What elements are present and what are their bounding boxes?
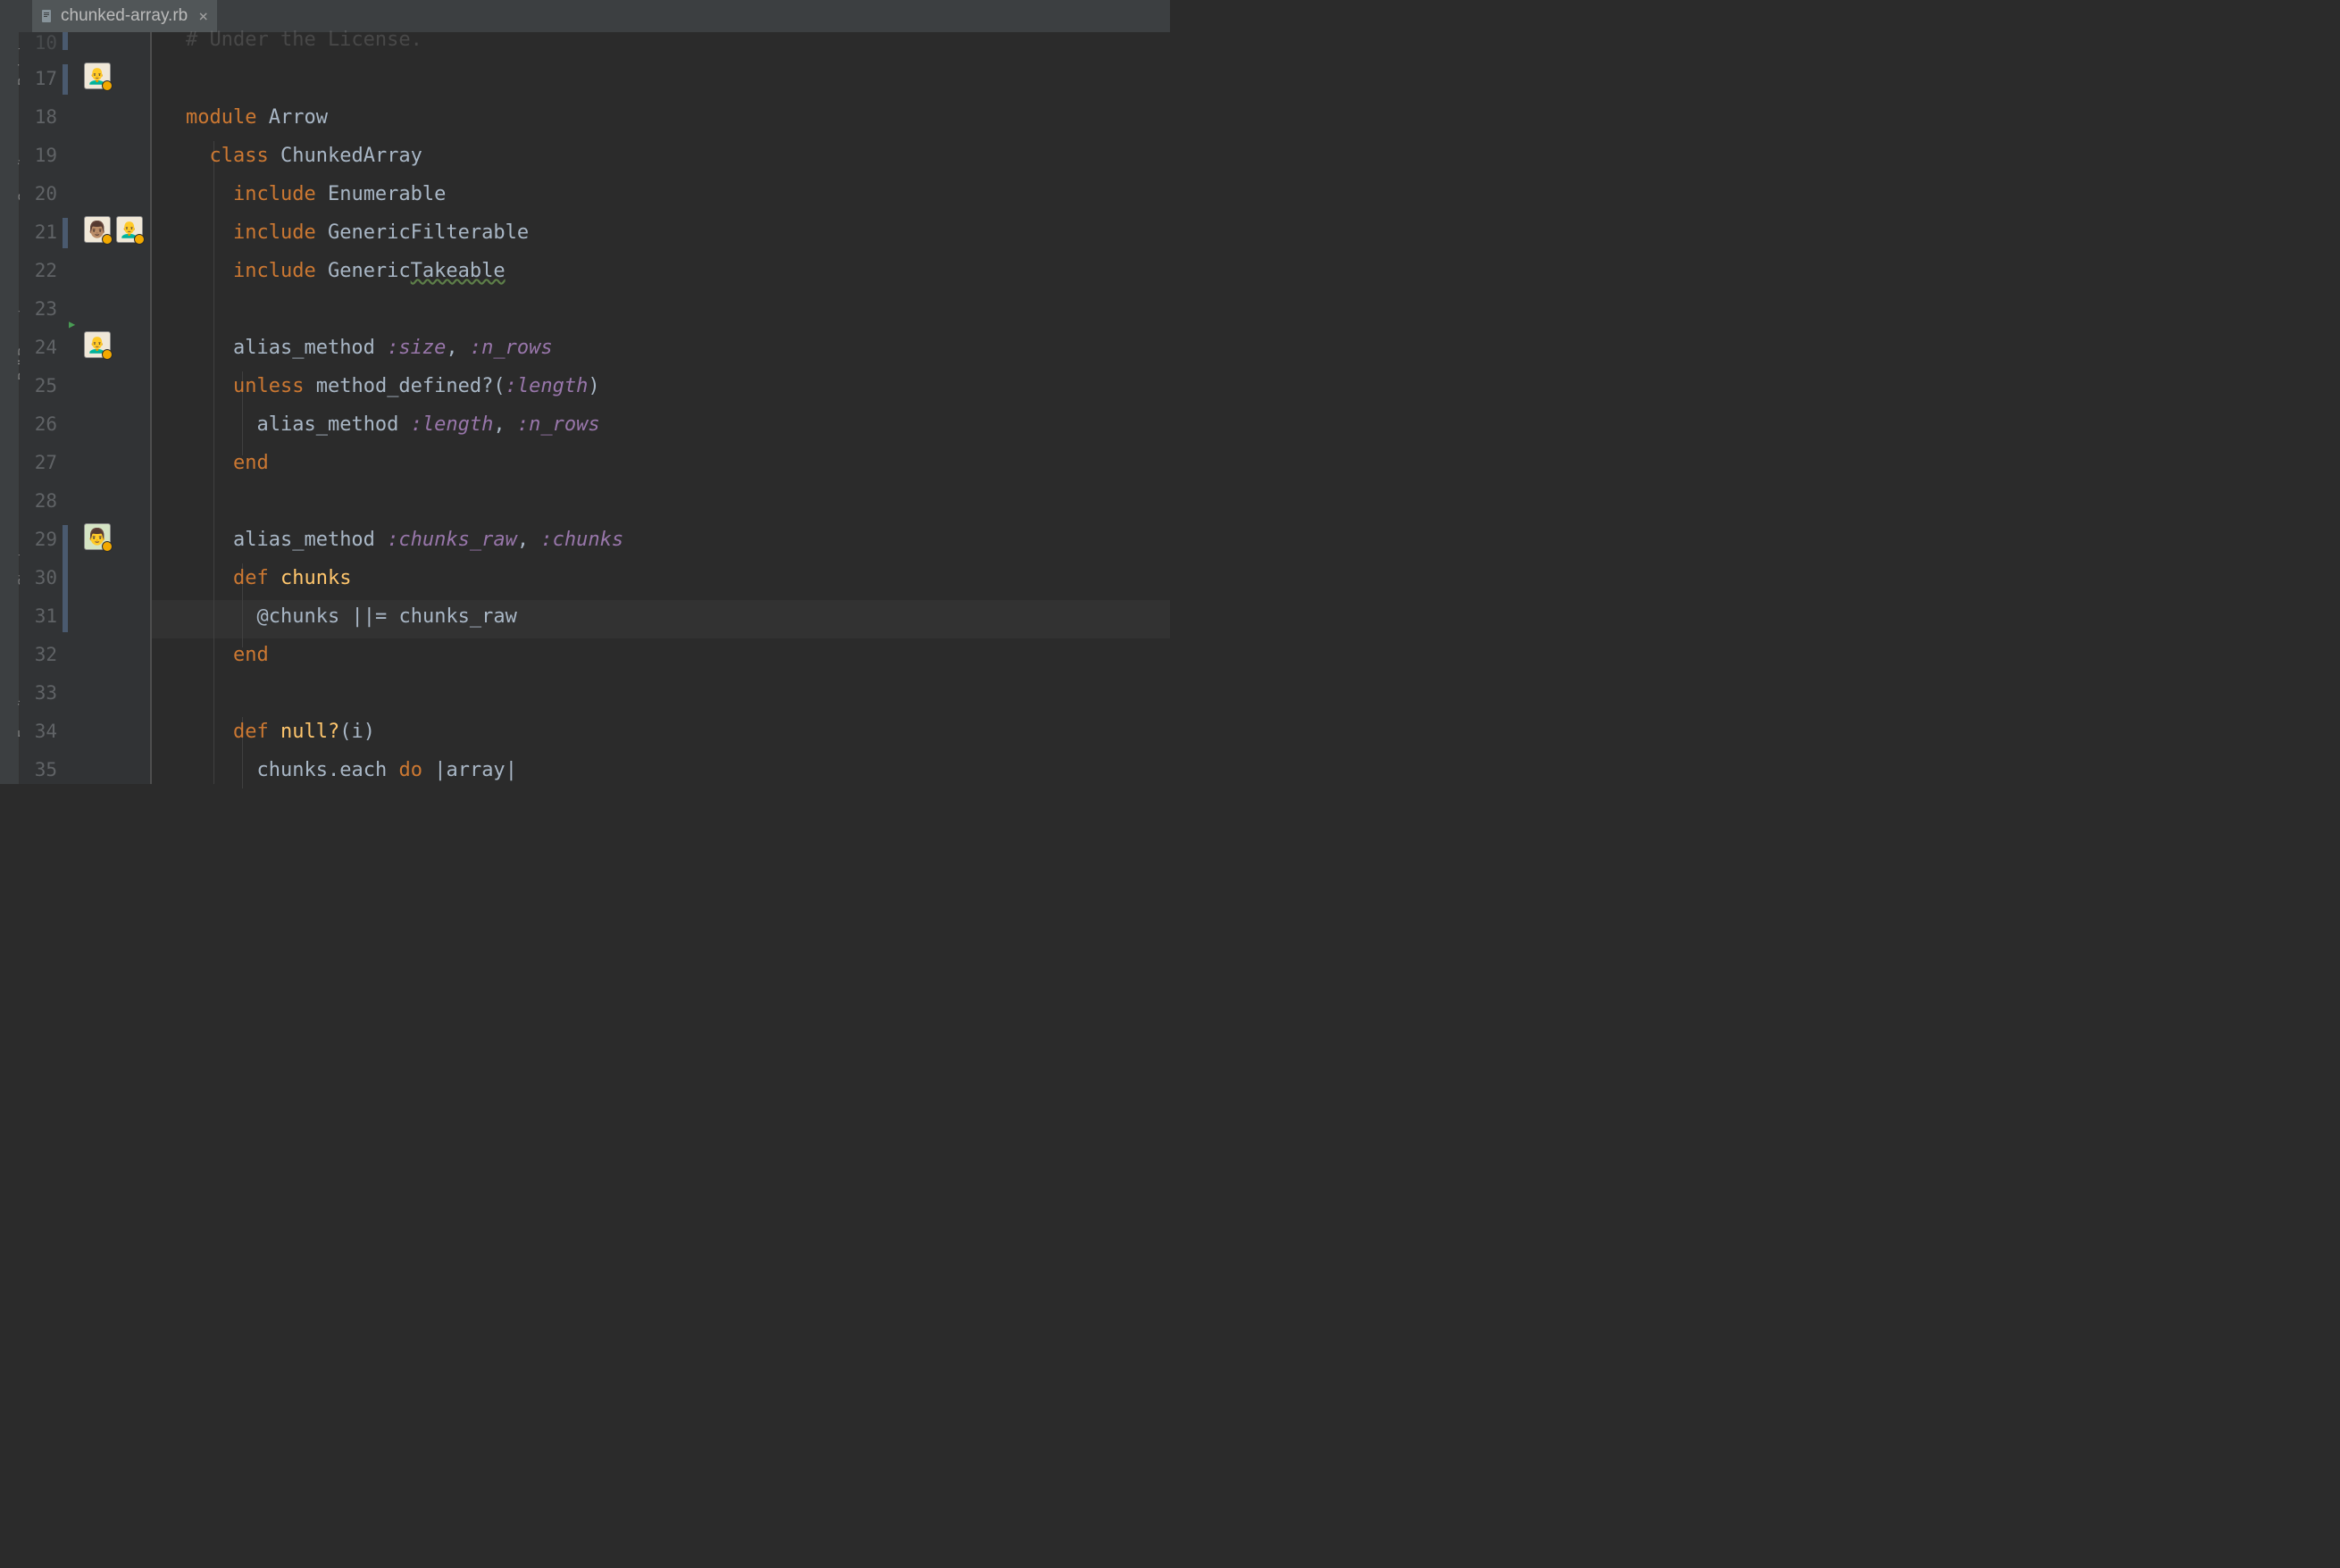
code-line: @chunks ||= chunks_raw (186, 605, 517, 628)
annotation-avatar[interactable]: 👨🏽 (84, 216, 111, 243)
code-line: alias_method :length, :n_rows (186, 413, 600, 436)
vcs-change-marker[interactable] (63, 218, 68, 248)
code-line: class ChunkedArray (186, 145, 422, 167)
line-number: 10 (21, 32, 57, 54)
line-number: 26 (21, 413, 57, 435)
code-line: unless method_defined?(:length) (186, 375, 600, 397)
line-number: 33 (21, 682, 57, 704)
main-area: Project Commit Pull Requests Structure F… (0, 32, 1170, 784)
code-line: alias_method :chunks_raw, :chunks (186, 529, 623, 551)
line-number: 32 (21, 644, 57, 665)
vcs-change-marker[interactable] (63, 525, 68, 632)
code-line: alias_method :size, :n_rows (186, 337, 553, 359)
close-icon[interactable]: × (198, 7, 208, 26)
tab-filename: chunked-array.rb (61, 6, 188, 26)
code-line: end (186, 644, 269, 666)
vcs-change-marker[interactable] (63, 64, 68, 95)
annotation-avatar[interactable]: 👨‍🦲 (84, 331, 111, 358)
line-number: 24 (21, 337, 57, 358)
line-number: 19 (21, 145, 57, 166)
code-line: chunks.each do |array| (186, 759, 517, 781)
tab-bar: chunked-array.rb × (0, 0, 1170, 32)
code-line: # Under the License. (186, 29, 422, 51)
line-number: 21 (21, 221, 57, 243)
editor-gutter: 10 17 18 19 20 21 22 23 24 25 26 27 28 2… (20, 32, 152, 784)
line-number: 31 (21, 605, 57, 627)
code-line: module Arrow (186, 106, 328, 129)
line-number: 17 (21, 68, 57, 89)
line-number: 20 (21, 183, 57, 204)
line-number: 35 (21, 759, 57, 780)
line-number: 23 (21, 298, 57, 320)
vcs-change-marker[interactable] (63, 32, 68, 50)
annotation-avatar[interactable]: 👨‍🦲 (84, 63, 111, 89)
code-line: include GenericFilterable (186, 221, 529, 244)
tool-window-bar: Project Commit Pull Requests Structure F… (0, 32, 20, 784)
code-line: include GenericTakeable (186, 260, 506, 282)
file-icon (39, 9, 54, 23)
line-number: 29 (21, 529, 57, 550)
line-number: 25 (21, 375, 57, 396)
line-number: 34 (21, 721, 57, 742)
line-number: 22 (21, 260, 57, 281)
code-line: include Enumerable (186, 183, 446, 205)
run-gutter-icon[interactable]: ▶ (69, 318, 75, 330)
annotation-avatar[interactable]: 👨 (84, 523, 111, 550)
annotation-avatar[interactable]: 👨‍🦲 (116, 216, 143, 243)
code-line: def null?(i) (186, 721, 375, 743)
line-number: 28 (21, 490, 57, 512)
line-number: 27 (21, 452, 57, 473)
code-line: end (186, 452, 269, 474)
code-editor[interactable]: # Under the License. module Arrow class … (152, 32, 1170, 784)
line-number: 18 (21, 106, 57, 128)
code-line: def chunks (186, 567, 351, 589)
editor-tab[interactable]: chunked-array.rb × (32, 0, 217, 32)
line-number: 30 (21, 567, 57, 588)
